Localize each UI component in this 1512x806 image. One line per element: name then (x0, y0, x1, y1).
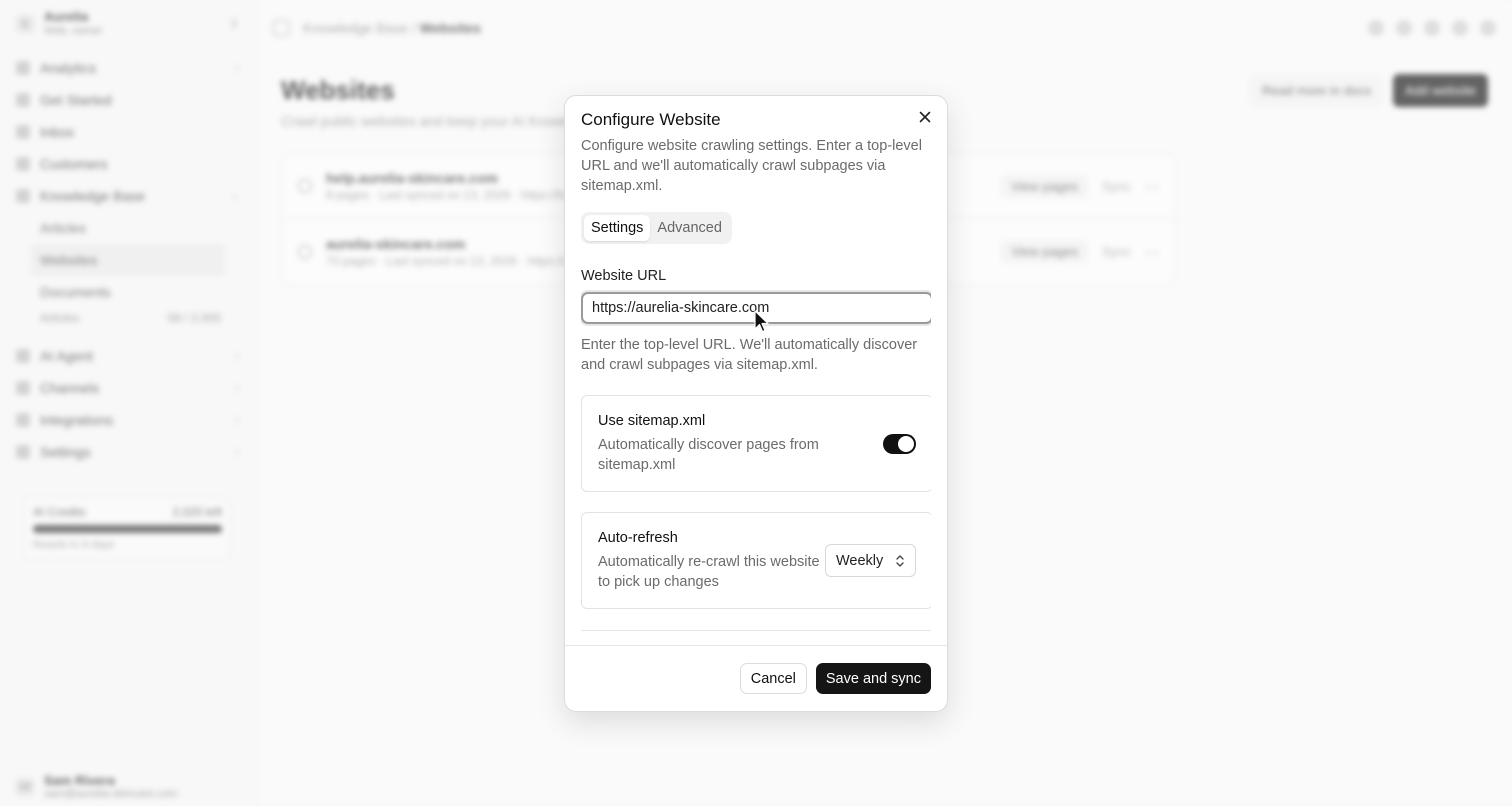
sitemap-title: Use sitemap.xml (598, 412, 706, 429)
tab-settings[interactable]: Settings (584, 215, 651, 241)
dialog-title: Configure Website (581, 110, 721, 129)
tab-list: Settings Advanced (581, 212, 732, 244)
auto-refresh-select[interactable]: Weekly (825, 544, 916, 577)
sitemap-toggle[interactable] (883, 433, 916, 454)
scroll-divider (581, 630, 931, 631)
dialog-body: Configure Website Configure website craw… (581, 108, 931, 645)
dialog-description: Configure website crawling settings. Ent… (581, 138, 922, 194)
sitemap-description: Automatically discover pages from sitema… (598, 436, 819, 473)
chevron-up-down-icon (896, 554, 904, 567)
dialog-footer: Cancel Save and sync (565, 645, 947, 711)
website-url-label: Website URL (581, 268, 667, 284)
cancel-button[interactable]: Cancel (739, 663, 807, 694)
auto-refresh-value: Weekly (836, 552, 884, 569)
website-url-help: Enter the top-level URL. We'll automatic… (581, 337, 918, 373)
auto-refresh-setting-card: Auto-refresh Automatically re-crawl this… (581, 512, 931, 609)
auto-refresh-description: Automatically re-crawl this website to p… (598, 553, 820, 590)
save-and-sync-button[interactable]: Save and sync (815, 663, 931, 694)
auto-refresh-title: Auto-refresh (598, 529, 678, 546)
sitemap-setting-card: Use sitemap.xml Automatically discover p… (581, 395, 931, 492)
tab-advanced[interactable]: Advanced (650, 215, 729, 241)
configure-website-dialog: Configure Website Configure website craw… (564, 95, 948, 712)
mouse-pointer-icon (754, 310, 769, 333)
